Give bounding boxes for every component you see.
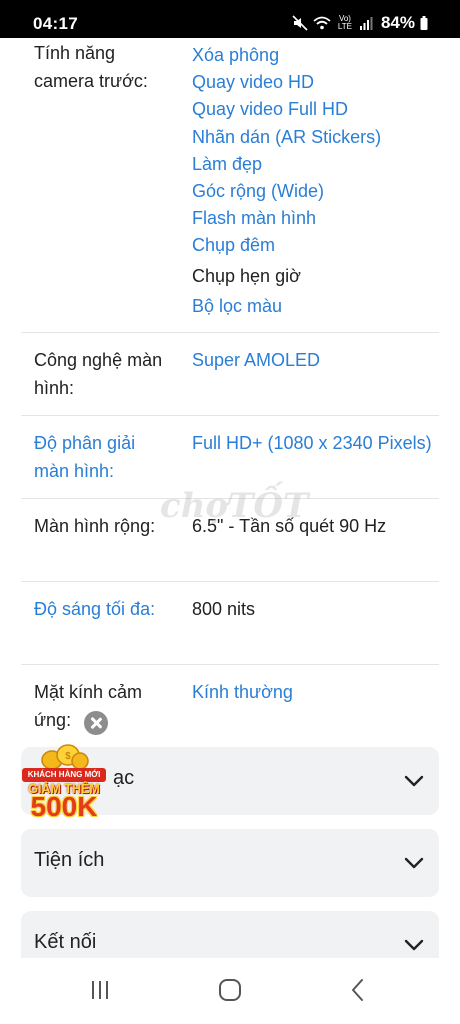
feature-link[interactable]: Bộ lọc màu (192, 293, 432, 320)
section-title: Kết nối (34, 931, 97, 953)
status-bar: 04:17 Vo) LTE 84% (0, 0, 460, 38)
spec-values: Super AMOLED (192, 347, 432, 374)
spec-label: Tính năng camera trước: (34, 43, 148, 91)
nav-bar (0, 958, 460, 1024)
status-time: 04:17 (33, 14, 78, 33)
spec-values: 800 nits (192, 596, 432, 623)
brightness-value: 800 nits (192, 599, 256, 619)
status-icons: Vo) LTE 84% (292, 13, 428, 33)
recent-apps-button[interactable] (89, 978, 111, 1002)
spec-row-front-camera: Tính năng camera trước: Xóa phông Quay v… (21, 38, 439, 333)
spec-row-glass: Mặt kính cảm ứng: Kính thường (21, 665, 439, 745)
signal-icon (359, 17, 373, 30)
spec-values: Kính thường (192, 679, 432, 706)
glass-link[interactable]: Kính thường (192, 679, 432, 706)
wifi-icon (313, 16, 331, 30)
display-tech-link[interactable]: Super AMOLED (192, 347, 432, 374)
mute-icon (292, 15, 308, 31)
feature-link[interactable]: Chụp đêm (192, 232, 432, 259)
section-title: ạc (113, 767, 135, 789)
promo-line3: 500K (30, 791, 98, 822)
feature-link[interactable]: Quay video Full HD (192, 96, 432, 123)
back-button[interactable] (349, 978, 367, 1002)
promo-close-button[interactable] (84, 711, 108, 735)
spec-row-brightness: Độ sáng tối đa: 800 nits (21, 582, 439, 665)
spec-values: Xóa phông Quay video HD Quay video Full … (192, 42, 432, 320)
feature-link[interactable]: Xóa phông (192, 42, 432, 69)
home-button[interactable] (218, 978, 242, 1002)
spec-values: 6.5" - Tần số quét 90 Hz (192, 513, 432, 540)
feature-link[interactable]: Quay video HD (192, 69, 432, 96)
section-title: Tiện ích (34, 849, 105, 871)
screen-size-value: 6.5" - Tần số quét 90 Hz (192, 516, 387, 536)
promo-badge[interactable]: $ KHÁCH HÀNG MỚI GIẢM THÊM 500K (18, 738, 110, 822)
svg-text:$: $ (65, 751, 71, 762)
chevron-down-icon (404, 857, 424, 869)
spec-row-display-tech: Công nghệ màn hình: Super AMOLED (21, 333, 439, 416)
chevron-down-icon (404, 775, 424, 787)
battery-percent: 84% (380, 13, 415, 32)
volte-icon: Vo) LTE (337, 14, 352, 31)
spec-label-link[interactable]: Độ sáng tối đa: (34, 596, 174, 624)
spec-values: Full HD+ (1080 x 2340 Pixels) (192, 430, 432, 457)
chevron-down-icon (404, 939, 424, 951)
resolution-link[interactable]: Full HD+ (1080 x 2340 Pixels) (192, 430, 432, 457)
feature-link[interactable]: Làm đẹp (192, 151, 432, 178)
spec-content[interactable]: Tính năng camera trước: Xóa phông Quay v… (0, 38, 460, 958)
spec-row-resolution: Độ phân giải màn hình: Full HD+ (1080 x … (21, 416, 439, 499)
spec-row-screen-size: Màn hình rộng: 6.5" - Tần số quét 90 Hz (21, 499, 439, 582)
promo-line1: KHÁCH HÀNG MỚI (22, 768, 106, 782)
spec-label: Màn hình rộng: (34, 516, 156, 536)
feature-link[interactable]: Góc rộng (Wide) (192, 178, 432, 205)
feature-link[interactable]: Flash màn hình (192, 205, 432, 232)
feature-text: Chụp hẹn giờ (192, 265, 301, 286)
battery-icon (420, 16, 428, 30)
section-connectivity[interactable]: Kết nối (21, 911, 439, 958)
section-utilities[interactable]: Tiện ích (21, 829, 439, 897)
spec-label: Công nghệ màn hình: (34, 350, 163, 398)
spec-label-link[interactable]: Độ phân giải màn hình: (34, 430, 174, 485)
feature-link[interactable]: Nhãn dán (AR Stickers) (192, 124, 432, 151)
